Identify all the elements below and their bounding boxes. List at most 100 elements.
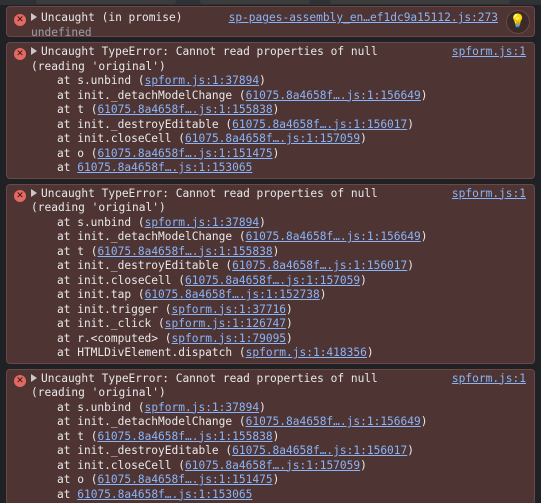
error-title: Uncaught TypeError: Cannot read properti… (41, 45, 378, 58)
stack-frame: at init._detachModelChange (61075.8a4658… (57, 88, 428, 102)
stack-frame-function: at o (57, 473, 84, 486)
stack-frame: at t (61075.8a4658f….js:1:155838) (57, 429, 280, 443)
stack-frame-function: at s.unbind (57, 400, 132, 414)
expand-triangle-icon[interactable] (31, 188, 37, 197)
stack-frame-function: at o (57, 146, 84, 160)
stack-frame: at HTMLDivElement.dispatch (spform.js:1:… (57, 346, 374, 359)
stack-frame: at s.unbind (spform.js:1:37894) (57, 74, 266, 87)
source-link[interactable]: spform.js:1 (452, 187, 526, 202)
stack-frame-location[interactable]: 61075.8a4658f….js:1:153065 (77, 161, 252, 174)
stack-frame-location[interactable]: spform.js:1:37894 (145, 74, 260, 87)
stack-frame: at init._click (spform.js:1:126747) (57, 317, 293, 330)
devtools-console: ✕ Uncaught (in promise) sp-pages-assembl… (0, 0, 541, 503)
stack-frame-location[interactable]: 61075.8a4658f….js:1:156649 (246, 89, 421, 102)
stack-frame: at t (61075.8a4658f….js:1:155838) (57, 244, 280, 258)
stack-frame-function: at s.unbind (57, 74, 132, 87)
stack-frame-function: at init.closeCell (57, 273, 172, 287)
toolbar-tab-edge (36, 0, 176, 4)
error-title-continued: (reading 'original') (31, 386, 166, 399)
stack-frame: at init.closeCell (61075.8a4658f….js:1:1… (57, 273, 367, 287)
lightbulb-sparkle-icon[interactable]: 💡 (506, 10, 530, 34)
stack-frame-location[interactable]: 61075.8a4658f….js:1:153065 (77, 488, 252, 501)
error-icon: ✕ (14, 374, 26, 387)
stack-frame: at 61075.8a4658f….js:1:153065 (31, 488, 526, 503)
stack-frame: at t (61075.8a4658f….js:1:155838) (57, 103, 280, 116)
expand-triangle-icon[interactable] (31, 373, 37, 382)
message-value: undefined (31, 25, 92, 39)
stack-frame: at o (61075.8a4658f….js:1:151475) (57, 473, 280, 486)
error-title-continued: (reading 'original') (31, 201, 166, 214)
stack-frame-function: at init.trigger (57, 302, 159, 316)
stack-frame-function: at (57, 487, 71, 501)
stack-frame-location[interactable]: 61075.8a4658f….js:1:157059 (185, 459, 360, 472)
stack-frame-function: at init.closeCell (57, 458, 172, 472)
stack-frame: at init._destroyEditable (61075.8a4658f…… (57, 117, 415, 131)
stack-frame-function: at init.tap (57, 288, 132, 301)
stack-frame-function: at init.closeCell (57, 132, 172, 145)
stack-frame-location[interactable]: spform.js:1:37894 (145, 216, 260, 229)
stack-frame-location[interactable]: 61075.8a4658f….js:1:156649 (246, 230, 421, 243)
error-title: Uncaught TypeError: Cannot read properti… (41, 186, 378, 200)
stack-frame-function: at s.unbind (57, 215, 132, 229)
stack-frame-function: at init._detachModelChange (57, 230, 233, 243)
stack-frame-function: at init._detachModelChange (57, 88, 233, 102)
stack-frame: at init._destroyEditable (61075.8a4658f…… (57, 259, 415, 272)
expand-triangle-icon[interactable] (31, 47, 37, 55)
stack-frame-location[interactable]: spform.js:1:126747 (165, 317, 286, 330)
console-message-promise[interactable]: ✕ Uncaught (in promise) sp-pages-assembl… (6, 6, 535, 39)
stack-frame-location[interactable]: 61075.8a4658f….js:1:155838 (97, 245, 272, 258)
stack-frame-function: at HTMLDivElement.dispatch (57, 346, 233, 359)
stack-frame-location[interactable]: 61075.8a4658f….js:1:155838 (97, 430, 272, 443)
stack-frame: at init.closeCell (61075.8a4658f….js:1:1… (57, 458, 367, 472)
stack-frame-location[interactable]: spform.js:1:418356 (246, 346, 367, 359)
error-icon: ✕ (14, 14, 26, 26)
stack-frame-location[interactable]: 61075.8a4658f….js:1:151475 (97, 147, 272, 160)
toolbar-tab-edge (330, 0, 510, 4)
stack-frame-function: at t (57, 103, 84, 116)
stack-frame-location[interactable]: 61075.8a4658f….js:1:156649 (246, 415, 421, 428)
source-link[interactable]: spform.js:1 (452, 45, 526, 60)
stack-frame: at o (61075.8a4658f….js:1:151475) (57, 146, 280, 160)
error-title: Uncaught TypeError: Cannot read properti… (41, 371, 378, 385)
stack-frame-function: at t (57, 429, 84, 443)
stack-frame-location[interactable]: 61075.8a4658f….js:1:157059 (185, 132, 360, 145)
stack-frame-function: at init._destroyEditable (57, 259, 219, 272)
stack-frame-function: at t (57, 244, 84, 258)
stack-frame-location[interactable]: 61075.8a4658f….js:1:156017 (232, 444, 407, 457)
stack-frame-function: at (57, 161, 71, 174)
stack-frame-location[interactable]: 61075.8a4658f….js:1:152738 (145, 288, 320, 301)
error-icon: ✕ (14, 189, 26, 202)
source-link[interactable]: spform.js:1 (452, 372, 526, 387)
stack-frame-location[interactable]: 61075.8a4658f….js:1:155838 (97, 103, 272, 116)
error-title-continued: (reading 'original') (31, 59, 166, 73)
stack-frame-location[interactable]: spform.js:1:37894 (145, 401, 260, 414)
error-list: ✕ Uncaught TypeError: Cannot read propert… (6, 42, 535, 503)
console-toolbar-edge (0, 0, 541, 5)
stack-frame: at init.trigger (spform.js:1:37716) (57, 302, 293, 316)
stack-frame: at 61075.8a4658f….js:1:153065 (31, 161, 526, 176)
console-error-message[interactable]: ✕ Uncaught TypeError: Cannot read propert… (6, 183, 535, 364)
stack-frame: at s.unbind (spform.js:1:37894) (57, 400, 266, 414)
stack-frame-location[interactable]: 61075.8a4658f….js:1:156017 (232, 118, 407, 131)
stack-frame: at s.unbind (spform.js:1:37894) (57, 215, 266, 229)
stack-frame: at init._destroyEditable (61075.8a4658f…… (57, 444, 415, 457)
stack-frame-function: at init._detachModelChange (57, 415, 233, 428)
message-title: Uncaught (in promise) (41, 11, 183, 24)
toolbar-tab-edge (200, 0, 310, 4)
console-error-message[interactable]: ✕ Uncaught TypeError: Cannot read propert… (6, 368, 535, 503)
stack-frame-location[interactable]: 61075.8a4658f….js:1:157059 (185, 274, 360, 287)
stack-frame-location[interactable]: 61075.8a4658f….js:1:151475 (97, 473, 272, 486)
stack-frame-location[interactable]: 61075.8a4658f….js:1:156017 (232, 259, 407, 272)
console-error-message[interactable]: ✕ Uncaught TypeError: Cannot read propert… (6, 42, 535, 179)
error-icon: ✕ (14, 48, 26, 60)
stack-frame: at init.closeCell (61075.8a4658f….js:1:1… (57, 132, 367, 145)
stack-frame-function: at r.<computed> (57, 331, 159, 345)
stack-frame: at init._detachModelChange (61075.8a4658… (57, 230, 428, 243)
stack-frame-function: at init._destroyEditable (57, 444, 219, 457)
stack-frame-location[interactable]: spform.js:1:37716 (172, 303, 287, 316)
expand-triangle-icon[interactable] (31, 13, 37, 21)
stack-frame: at r.<computed> (spform.js:1:79095) (57, 331, 293, 345)
stack-frame-location[interactable]: spform.js:1:79095 (172, 332, 287, 345)
source-link[interactable]: sp-pages-assembly_en…ef1dc9a15112.js:273 (229, 11, 498, 26)
stack-frame: at init._detachModelChange (61075.8a4658… (57, 415, 428, 428)
